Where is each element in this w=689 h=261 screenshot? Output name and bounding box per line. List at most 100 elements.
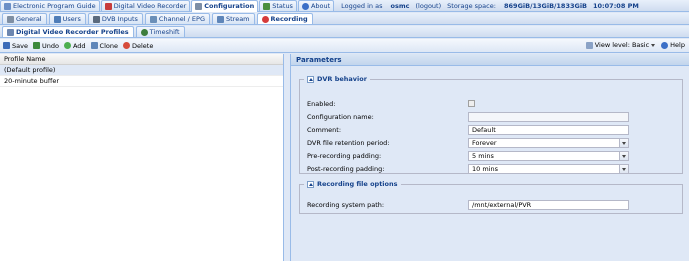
tab-about-label: About	[310, 2, 331, 10]
toolbar: Save Undo Add Clone Delete View level: B…	[0, 39, 689, 53]
toolbar-right: View level: Basic Help	[585, 41, 685, 49]
undo-button[interactable]: Undo	[32, 41, 59, 50]
post-padding-select[interactable]: 10 mins	[468, 164, 629, 174]
config-name-field[interactable]	[468, 112, 629, 122]
undo-icon	[32, 42, 40, 49]
collapse-toggle-icon[interactable]	[307, 75, 314, 83]
tab-status[interactable]: Status	[259, 0, 297, 11]
status-icon	[263, 2, 271, 10]
clone-label: Clone	[99, 41, 118, 50]
username: osmc	[390, 1, 410, 10]
tab-stream-label: Stream	[226, 15, 250, 23]
storage-text: Storage space: 869GiB/13GiB/1833GiB	[447, 2, 587, 10]
comment-label: Comment:	[307, 125, 342, 134]
dvr-behavior-fieldset: DVR behavior Enabled: Configuration name…	[299, 75, 683, 174]
chevron-down-icon[interactable]	[619, 165, 628, 173]
tab-users[interactable]: Users	[48, 13, 86, 24]
wrench-icon	[195, 2, 203, 10]
tab-dvr-profiles-label: Digital Video Recorder Profiles	[16, 28, 129, 36]
tab-dvb-inputs[interactable]: DVB Inputs	[87, 13, 143, 24]
channel-icon	[149, 15, 157, 23]
tab-configuration-label: Configuration	[204, 2, 255, 10]
chevron-down-icon[interactable]	[619, 152, 628, 160]
post-padding-label: Post-recording padding:	[307, 164, 385, 173]
help-label: Help	[670, 41, 685, 49]
tab-dvb-inputs-label: DVB Inputs	[101, 15, 138, 23]
system-path-label: Recording system path:	[307, 200, 385, 209]
table-row[interactable]: 20-minute buffer	[0, 76, 283, 87]
save-icon	[3, 42, 10, 49]
tab-epg-label: Electronic Program Guide	[13, 2, 96, 10]
logged-in-text: Logged in as osmc	[341, 2, 409, 10]
chevron-down-icon	[651, 43, 656, 47]
delete-label: Delete	[132, 41, 154, 50]
tab-configuration[interactable]: Configuration	[191, 0, 259, 12]
post-padding-value: 10 mins	[472, 165, 498, 173]
view-level-select[interactable]: View level: Basic	[585, 41, 656, 49]
table-row[interactable]: (Default profile)	[0, 65, 283, 76]
logged-in-prefix: Logged in as	[341, 1, 383, 10]
comment-field[interactable]: Default	[468, 125, 629, 135]
tab-general-label: General	[16, 15, 42, 23]
tab-dvr-profiles[interactable]: Digital Video Recorder Profiles	[2, 26, 134, 37]
dvr-behavior-title: DVR behavior	[317, 75, 367, 83]
tab-stream[interactable]: Stream	[212, 13, 255, 24]
help-icon	[661, 41, 669, 49]
recording-tabs: Digital Video Recorder Profiles Timeshif…	[0, 26, 689, 38]
recording-file-options-title: Recording file options	[317, 180, 398, 188]
tab-timeshift[interactable]: Timeshift	[135, 26, 185, 37]
undo-label: Undo	[41, 41, 59, 50]
gear-icon	[7, 15, 14, 23]
config-name-label: Configuration name:	[307, 112, 374, 121]
storage-label: Storage space:	[447, 1, 496, 10]
parameters-title: Parameters	[291, 54, 689, 66]
dvb-icon	[92, 15, 100, 23]
profiles-grid: Profile Name (Default profile) 20-minute…	[0, 54, 284, 261]
tab-recording[interactable]: Recording	[256, 13, 313, 24]
delete-button[interactable]: Delete	[123, 42, 153, 50]
info-icon	[301, 2, 309, 10]
pre-padding-label: Pre-recording padding:	[307, 151, 382, 160]
tab-timeshift-label: Timeshift	[149, 28, 180, 36]
enabled-label: Enabled:	[307, 99, 336, 108]
record-icon	[261, 15, 269, 23]
dvr-behavior-legend[interactable]: DVR behavior	[304, 75, 370, 83]
tab-epg[interactable]: Electronic Program Guide	[0, 0, 100, 11]
tab-general[interactable]: General	[2, 13, 47, 24]
delete-icon	[123, 42, 130, 49]
epg-icon	[4, 2, 11, 10]
pre-padding-value: 5 mins	[472, 152, 494, 160]
tab-recording-label: Recording	[270, 15, 308, 23]
system-path-field[interactable]: /mnt/external/PVR	[468, 200, 629, 210]
logout-link[interactable]: (logout)	[416, 2, 442, 10]
tab-channel-epg-label: Channel / EPG	[158, 15, 205, 23]
clone-button[interactable]: Clone	[90, 41, 118, 50]
parameters-panel: Parameters DVR behavior Enabled: Configu…	[290, 54, 689, 261]
help-button[interactable]: Help	[661, 41, 685, 49]
tab-about[interactable]: About	[297, 0, 335, 11]
dvr-icon	[104, 2, 112, 10]
view-level-icon	[585, 41, 593, 49]
retention-select[interactable]: Forever	[468, 138, 629, 148]
profile-icon	[7, 28, 14, 36]
session-info: Logged in as osmc (logout) Storage space…	[341, 2, 639, 10]
add-label: Add	[72, 41, 86, 50]
add-button[interactable]: Add	[63, 41, 86, 50]
tab-dvr-label: Digital Video Recorder	[113, 2, 187, 10]
recording-file-options-fieldset: Recording file options Recording system …	[299, 180, 683, 214]
timeshift-icon	[140, 28, 148, 36]
retention-label: DVR file retention period:	[307, 138, 390, 147]
save-button[interactable]: Save	[3, 42, 28, 50]
tab-dvr[interactable]: Digital Video Recorder	[100, 0, 191, 11]
grid-column-header[interactable]: Profile Name	[0, 54, 283, 65]
view-level-label: View level: Basic	[594, 41, 650, 49]
pre-padding-select[interactable]: 5 mins	[468, 151, 629, 161]
recording-file-options-legend[interactable]: Recording file options	[304, 180, 401, 188]
clock: 10:07:08 PM	[593, 1, 639, 10]
enabled-checkbox[interactable]	[468, 100, 475, 107]
chevron-down-icon[interactable]	[619, 139, 628, 147]
collapse-toggle-icon[interactable]	[307, 180, 314, 188]
retention-value: Forever	[472, 139, 497, 147]
tab-channel-epg[interactable]: Channel / EPG	[144, 13, 210, 24]
users-icon	[53, 15, 61, 23]
